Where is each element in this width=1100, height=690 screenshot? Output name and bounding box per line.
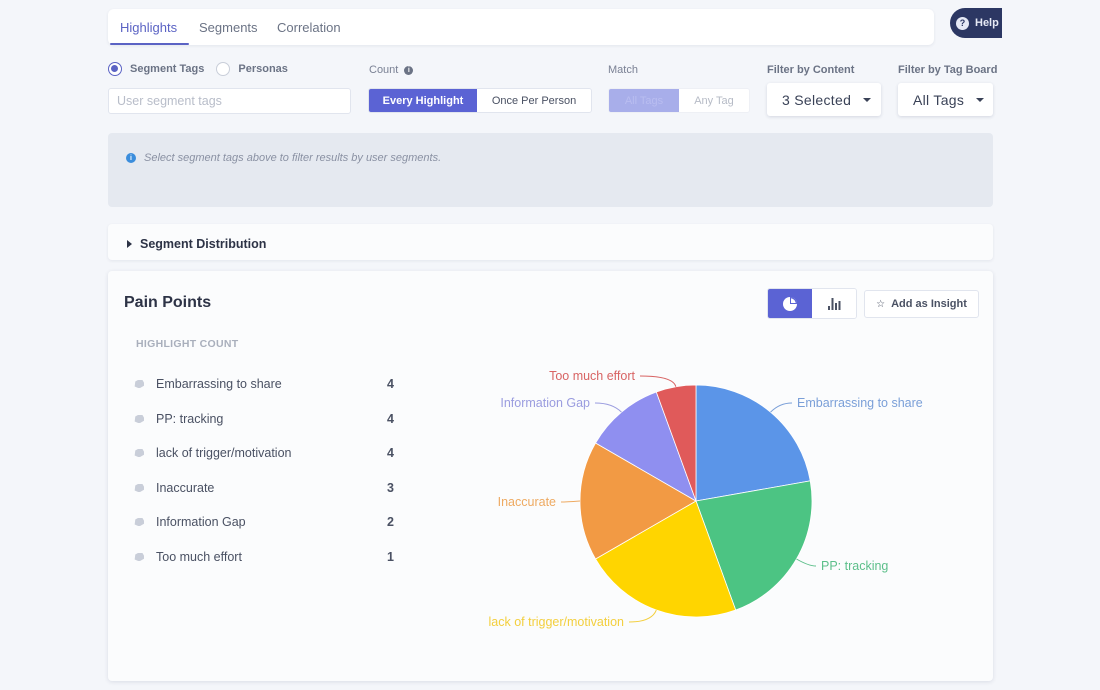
pie-label: Too much effort (549, 369, 635, 383)
caret-down-icon (976, 97, 985, 102)
tag-icon (134, 449, 144, 458)
radio-personas[interactable] (216, 62, 231, 76)
match-label: Match (608, 64, 638, 76)
list-item[interactable]: Embarrassing to share 4 (134, 376, 394, 392)
tag-icon (134, 518, 144, 527)
add-as-insight-button[interactable]: ☆ Add as Insight (864, 290, 979, 318)
segment-mode-radio-group: Segment Tags Personas (108, 62, 288, 76)
segment-tags-input[interactable]: User segment tags (108, 88, 351, 114)
pie-label-line (639, 375, 677, 387)
highlight-count-header: HIGHLIGHT COUNT (136, 338, 239, 350)
list-item-count: 2 (387, 515, 394, 530)
question-circle-icon: ? (956, 16, 969, 30)
help-label: Help (975, 17, 999, 29)
tab-highlights[interactable]: Highlights (109, 9, 190, 45)
list-item-label: Embarrassing to share (156, 377, 282, 391)
list-item[interactable]: PP: tracking 4 (134, 411, 394, 427)
list-item-count: 4 (387, 377, 394, 391)
radio-segment-tags[interactable] (108, 62, 122, 76)
pie-label: Inaccurate (498, 495, 556, 509)
count-label: Count (369, 64, 399, 76)
filter-by-content-dropdown[interactable]: 3 Selected (767, 83, 881, 116)
tag-icon (134, 414, 144, 423)
filter-by-content-label: Filter by Content (767, 64, 855, 76)
pie-label: PP: tracking (821, 559, 888, 573)
info-text: Select segment tags above to filter resu… (144, 152, 442, 164)
star-icon: ☆ (876, 298, 886, 310)
caret-right-icon (127, 240, 132, 248)
tag-icon (134, 483, 144, 492)
list-item-label: PP: tracking (156, 411, 224, 426)
tag-icon (134, 380, 144, 388)
bar-chart-icon (828, 297, 841, 310)
tab-segments[interactable]: Segments (199, 9, 258, 45)
pie-chart-icon (783, 296, 797, 311)
tab-bar: Highlights Segments Correlation (108, 9, 934, 45)
count-toggle: Every Highlight Once Per Person (368, 88, 592, 113)
all-tags-button[interactable]: All Tags (609, 89, 679, 112)
filter-by-tag-board-value: All Tags (913, 91, 965, 108)
list-item-count: 4 (387, 446, 394, 461)
info-box: i Select segment tags above to filter re… (108, 133, 993, 207)
filter-by-tag-board-label: Filter by Tag Board (898, 64, 998, 76)
match-toggle: All Tags Any Tag (608, 88, 750, 113)
tag-icon (134, 553, 144, 561)
count-label-row: Count i (369, 64, 414, 76)
pie-label: lack of trigger/motivation (489, 615, 625, 629)
list-item-label: Too much effort (156, 550, 242, 564)
pie-label-line (594, 402, 622, 413)
radio-segment-tags-label: Segment Tags (130, 63, 205, 75)
radio-personas-label: Personas (238, 63, 288, 75)
info-icon[interactable]: i (404, 65, 414, 75)
segment-distribution-label: Segment Distribution (140, 237, 267, 251)
any-tag-button[interactable]: Any Tag (679, 89, 749, 112)
list-item[interactable]: Information Gap 2 (134, 514, 394, 530)
pie-view-button[interactable] (768, 289, 812, 318)
pie-label: Embarrassing to share (797, 396, 923, 410)
list-item[interactable]: Too much effort 1 (134, 549, 394, 565)
list-item-label: Information Gap (156, 515, 246, 530)
every-highlight-button[interactable]: Every Highlight (369, 89, 477, 112)
pain-points-title: Pain Points (124, 294, 212, 311)
list-item-label: lack of trigger/motivation (156, 446, 292, 461)
chart-view-toggle (767, 288, 857, 319)
tab-correlation[interactable]: Correlation (277, 9, 341, 45)
info-icon: i (126, 153, 136, 163)
segment-distribution-toggle[interactable]: Segment Distribution (108, 224, 993, 260)
list-item[interactable]: lack of trigger/motivation 4 (134, 445, 394, 461)
list-item[interactable]: Inaccurate 3 (134, 480, 394, 496)
list-item-label: Inaccurate (156, 480, 215, 495)
list-item-count: 3 (387, 480, 394, 495)
pie-chart: Embarrassing to share PP: tracking lack of… (489, 369, 923, 629)
help-button[interactable]: ? Help (950, 8, 1002, 38)
list-item-count: 1 (387, 550, 394, 564)
caret-down-icon (863, 97, 872, 102)
pie-label-line (770, 402, 793, 413)
list-item-count: 4 (387, 411, 394, 426)
pie-label-line (628, 609, 657, 623)
add-as-insight-label: Add as Insight (891, 298, 967, 310)
pie-label-line (560, 500, 581, 503)
pie-label: Information Gap (500, 396, 590, 410)
bar-view-button[interactable] (812, 289, 856, 318)
once-per-person-button[interactable]: Once Per Person (477, 89, 591, 112)
pie-label-line (796, 558, 817, 567)
filter-by-content-value: 3 Selected (782, 91, 852, 108)
filter-by-tag-board-dropdown[interactable]: All Tags (898, 83, 993, 116)
